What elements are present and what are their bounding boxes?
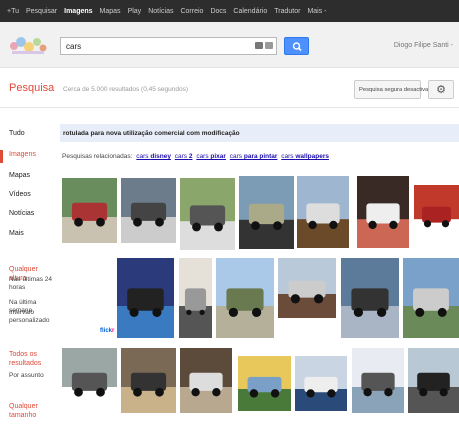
filter-custom-range[interactable]: Intervalo personalizado <box>9 309 53 325</box>
topbar-item[interactable]: Correio <box>180 8 203 15</box>
image-result-thumbnail[interactable] <box>297 176 349 248</box>
result-stats: Cerca de 5.000 resultados (0,45 segundos… <box>63 86 189 93</box>
settings-button[interactable]: ⚙ <box>428 80 454 99</box>
topbar-item[interactable]: Imagens <box>64 8 92 15</box>
image-result-thumbnail[interactable] <box>180 348 232 413</box>
image-result-thumbnail[interactable] <box>179 258 212 338</box>
keyboard-icon[interactable] <box>265 42 273 49</box>
topbar-item[interactable]: Calendário <box>233 8 267 15</box>
usage-rights-bar: rotulada para nova utilização comercial … <box>60 124 459 142</box>
image-result-thumbnail[interactable] <box>238 356 291 411</box>
image-result-thumbnail[interactable] <box>239 176 294 249</box>
search-input[interactable]: cars <box>60 37 277 55</box>
nav-item-imagens[interactable]: Imagens <box>9 151 36 158</box>
topbar-item[interactable]: +Tu <box>7 8 19 15</box>
topbar-item[interactable]: Notícias <box>148 8 173 15</box>
related-searches: Pesquisas relacionadas: cars disney cars… <box>62 153 329 160</box>
image-result-thumbnail[interactable] <box>121 178 176 243</box>
topbar-item[interactable]: Docs <box>210 8 226 15</box>
nav-item-videos[interactable]: Vídeos <box>9 191 31 198</box>
image-result-thumbnail[interactable] <box>403 258 459 338</box>
left-nav: Tudo Imagens Mapas Vídeos Notícias Mais … <box>0 108 56 424</box>
related-link-pixar[interactable]: cars pixar <box>196 153 226 160</box>
flickr-logo: flickr <box>100 328 115 334</box>
image-result-thumbnail[interactable] <box>117 258 174 338</box>
image-result-thumbnail[interactable] <box>180 178 235 250</box>
topbar-item[interactable]: Pesquisar <box>26 8 57 15</box>
image-result-thumbnail[interactable] <box>408 348 459 413</box>
safesearch-dropdown[interactable]: Pesquisa segura desactivada - <box>354 80 438 99</box>
related-link-2[interactable]: cars 2 <box>175 153 193 160</box>
topbar-item[interactable]: Play <box>128 8 142 15</box>
related-link-disney[interactable]: cars disney <box>136 153 171 160</box>
camera-icon[interactable] <box>255 42 263 49</box>
image-result-thumbnail[interactable] <box>278 258 336 318</box>
google-bar: +Tu Pesquisar Imagens Mapas Play Notícias Corr… <box>0 0 459 22</box>
nav-item-noticias[interactable]: Notícias <box>9 210 34 217</box>
topbar-item[interactable]: Mais - <box>307 8 326 15</box>
topbar-item[interactable]: Mapas <box>100 8 121 15</box>
image-result-thumbnail[interactable] <box>121 348 176 413</box>
page-title: Pesquisa <box>9 82 55 94</box>
image-result-thumbnail[interactable] <box>357 176 409 248</box>
image-result-thumbnail[interactable] <box>414 185 459 242</box>
filter-all-results[interactable]: Todos os resultados <box>9 350 53 368</box>
related-link-wallpapers[interactable]: cars wallpapers <box>281 153 329 160</box>
related-link-para-pintar[interactable]: cars para pintar <box>230 153 278 160</box>
image-result-thumbnail[interactable] <box>352 348 404 413</box>
filter-any-size[interactable]: Qualquer tamanho <box>9 402 53 420</box>
active-indicator <box>0 150 3 163</box>
account-name[interactable]: Diogo Filipe Santi - <box>394 42 453 49</box>
search-icon <box>292 42 302 52</box>
nav-item-tudo[interactable]: Tudo <box>9 130 25 137</box>
header: cars Diogo Filipe Santi - <box>0 22 459 68</box>
image-result-thumbnail[interactable] <box>295 356 347 411</box>
search-button[interactable] <box>284 37 309 55</box>
image-result-thumbnail[interactable] <box>216 258 274 338</box>
results-toolbar: Pesquisa Cerca de 5.000 resultados (0,45… <box>0 68 459 108</box>
filter-by-subject[interactable]: Por assunto <box>9 372 44 380</box>
google-doodle-logo[interactable] <box>8 32 48 58</box>
related-label: Pesquisas relacionadas: <box>62 153 133 160</box>
nav-item-mapas[interactable]: Mapas <box>9 172 30 179</box>
topbar-item[interactable]: Tradutor <box>274 8 300 15</box>
filter-last-24h[interactable]: Nas últimas 24 horas <box>9 276 53 292</box>
image-result-thumbnail[interactable] <box>62 348 117 413</box>
nav-item-mais[interactable]: Mais <box>9 230 24 237</box>
image-result-thumbnail[interactable] <box>62 178 117 243</box>
image-result-thumbnail[interactable] <box>341 258 399 338</box>
search-query-text: cars <box>66 41 82 51</box>
gear-icon: ⚙ <box>436 84 446 96</box>
